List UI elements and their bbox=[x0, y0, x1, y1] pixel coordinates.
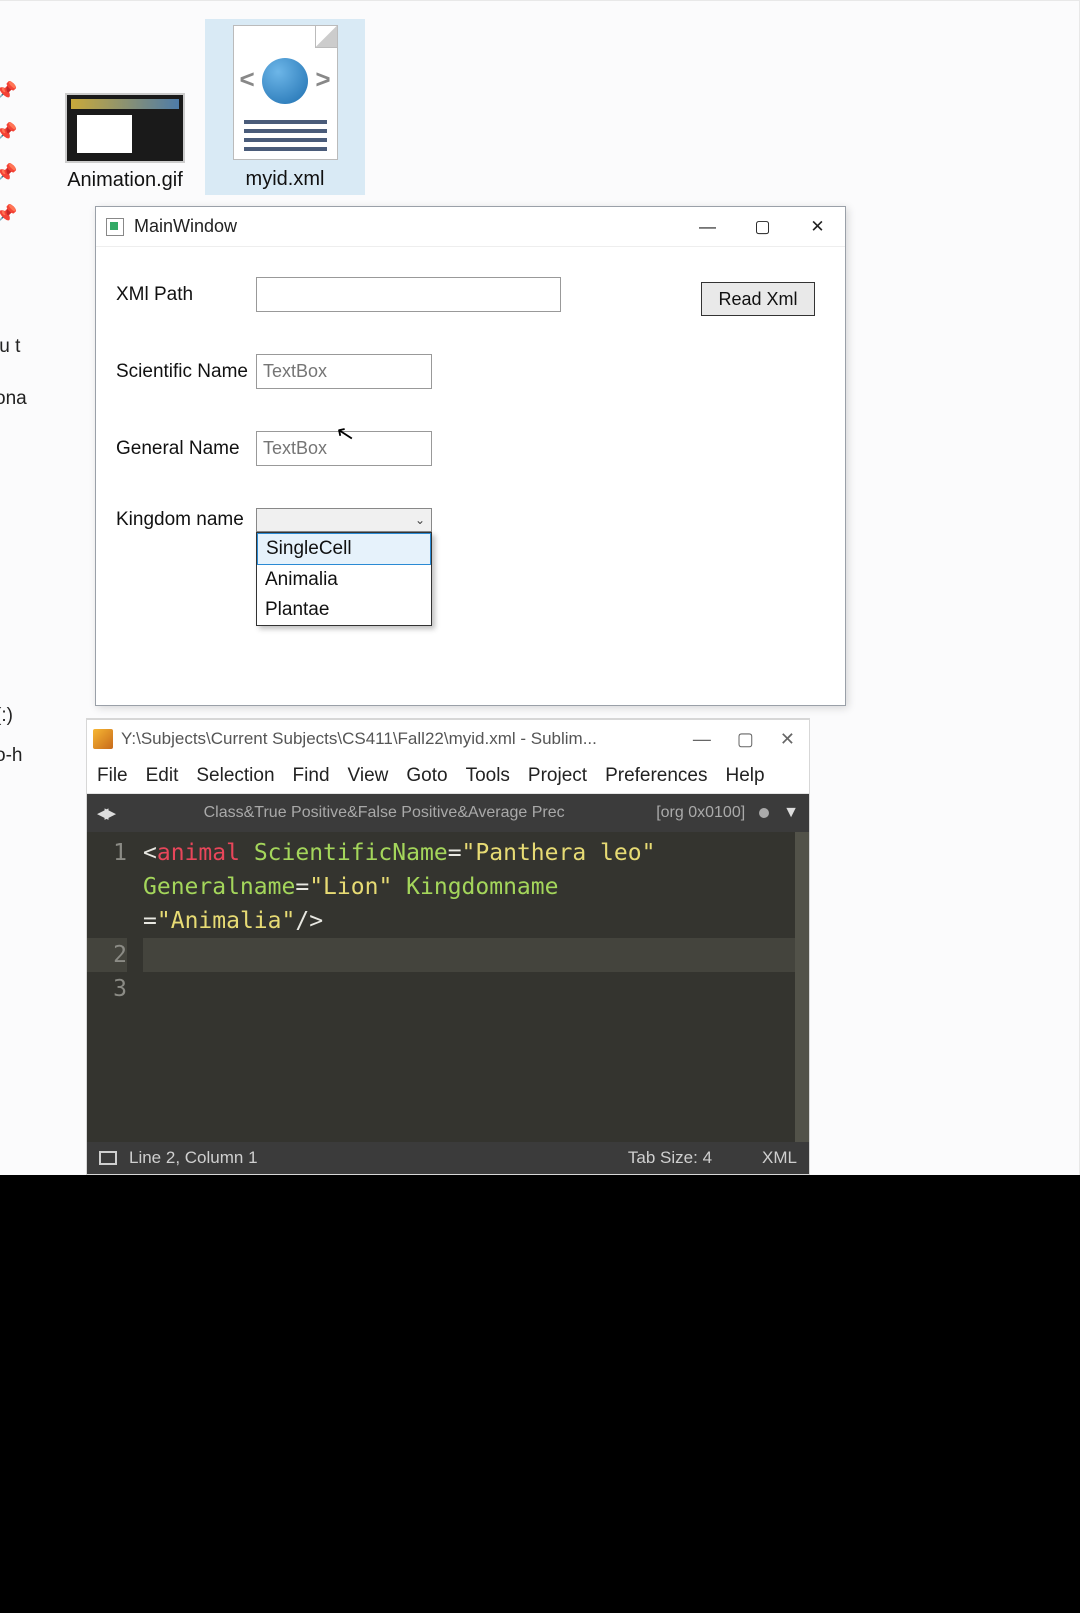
chevron-down-icon: ⌄ bbox=[415, 513, 425, 527]
scrollbar[interactable] bbox=[795, 832, 809, 1142]
pin-icon: 📌 bbox=[0, 163, 25, 184]
scientific-name-label: Scientific Name bbox=[116, 361, 256, 383]
code-text[interactable]: <animal ScientificName="Panthera leo" Ge… bbox=[137, 832, 809, 1142]
menu-preferences[interactable]: Preferences bbox=[605, 765, 707, 787]
menu-file[interactable]: File bbox=[97, 765, 128, 787]
kingdom-combobox[interactable]: ⌄ bbox=[256, 508, 432, 532]
menu-help[interactable]: Help bbox=[726, 765, 765, 787]
minimize-button[interactable]: — bbox=[680, 207, 735, 247]
nav-arrows-icon[interactable]: ◀▶ bbox=[97, 804, 112, 822]
sublime-menubar: File Edit Selection Find View Goto Tools… bbox=[87, 758, 809, 794]
sublime-title-text: Y:\Subjects\Current Subjects\CS411\Fall2… bbox=[121, 729, 693, 749]
minimize-button[interactable]: — bbox=[693, 729, 711, 750]
read-xml-button[interactable]: Read Xml bbox=[701, 282, 815, 316]
panel-icon[interactable] bbox=[99, 1151, 117, 1165]
pin-icon: 📌 bbox=[0, 204, 25, 225]
menu-find[interactable]: Find bbox=[293, 765, 330, 787]
close-button[interactable]: ✕ bbox=[780, 729, 795, 750]
menu-tools[interactable]: Tools bbox=[466, 765, 510, 787]
line-gutter: 1 2 3 bbox=[87, 832, 137, 1142]
file-myid-xml[interactable]: < > myid.xml bbox=[205, 19, 365, 195]
xml-path-input[interactable] bbox=[256, 277, 561, 312]
sublime-titlebar[interactable]: Y:\Subjects\Current Subjects\CS411\Fall2… bbox=[87, 720, 809, 758]
kingdom-option[interactable]: SingleCell bbox=[257, 533, 431, 565]
menu-edit[interactable]: Edit bbox=[146, 765, 179, 787]
pin-icon: 📌 bbox=[0, 122, 25, 143]
kingdom-dropdown: SingleCell Animalia Plantae bbox=[256, 532, 432, 626]
app-icon bbox=[106, 218, 124, 236]
close-button[interactable]: ✕ bbox=[790, 207, 845, 247]
pinned-column: 📌 📌 📌 📌 bbox=[0, 81, 25, 225]
general-name-label: General Name bbox=[116, 438, 256, 460]
side-fragment: (:) o-h bbox=[0, 696, 22, 776]
desktop-background: 📌 📌 📌 📌 lu t ona (:) o-h Animation.gif <… bbox=[0, 0, 1080, 1175]
file-thumbnail: < > bbox=[233, 25, 338, 160]
modified-dot-icon bbox=[759, 808, 769, 818]
kingdom-option[interactable]: Animalia bbox=[257, 565, 431, 595]
scientific-name-input[interactable] bbox=[256, 354, 432, 389]
sublime-code-area[interactable]: 1 2 3 <animal ScientificName="Panthera l… bbox=[87, 832, 809, 1142]
window-title: MainWindow bbox=[134, 216, 237, 237]
status-language[interactable]: XML bbox=[762, 1148, 797, 1168]
status-tabsize[interactable]: Tab Size: 4 bbox=[628, 1148, 712, 1168]
dropdown-triangle-icon[interactable]: ▼ bbox=[783, 804, 799, 822]
form-body: XMl Path Read Xml Scientific Name Genera… bbox=[96, 247, 845, 562]
sublime-statusbar: Line 2, Column 1 Tab Size: 4 XML bbox=[87, 1142, 809, 1174]
tab-name[interactable]: Class&True Positive&False Positive&Avera… bbox=[126, 804, 642, 822]
side-fragment: lu t ona bbox=[0, 321, 27, 425]
sublime-icon bbox=[93, 729, 113, 749]
menu-selection[interactable]: Selection bbox=[196, 765, 274, 787]
xml-path-label: XMl Path bbox=[116, 284, 256, 306]
menu-view[interactable]: View bbox=[348, 765, 389, 787]
file-animation-gif[interactable]: Animation.gif bbox=[55, 93, 195, 192]
black-bar bbox=[0, 1175, 1080, 1613]
tab-tag: [org 0x0100] bbox=[656, 804, 745, 822]
menu-project[interactable]: Project bbox=[528, 765, 587, 787]
file-label: Animation.gif bbox=[55, 169, 195, 192]
kingdom-name-label: Kingdom name bbox=[116, 509, 256, 531]
menu-goto[interactable]: Goto bbox=[406, 765, 447, 787]
pin-icon: 📌 bbox=[0, 81, 25, 102]
status-position: Line 2, Column 1 bbox=[129, 1148, 258, 1168]
maximize-button[interactable]: ▢ bbox=[737, 729, 754, 750]
sublime-window: Y:\Subjects\Current Subjects\CS411\Fall2… bbox=[87, 719, 809, 1174]
kingdom-option[interactable]: Plantae bbox=[257, 595, 431, 625]
file-label: myid.xml bbox=[205, 168, 365, 191]
maximize-button[interactable]: ▢ bbox=[735, 207, 790, 247]
sublime-tabbar: ◀▶ Class&True Positive&False Positive&Av… bbox=[87, 794, 809, 832]
titlebar[interactable]: MainWindow — ▢ ✕ bbox=[96, 207, 845, 247]
mainwindow-app: MainWindow — ▢ ✕ XMl Path Read Xml Scien… bbox=[95, 206, 846, 706]
file-thumbnail bbox=[65, 93, 185, 163]
